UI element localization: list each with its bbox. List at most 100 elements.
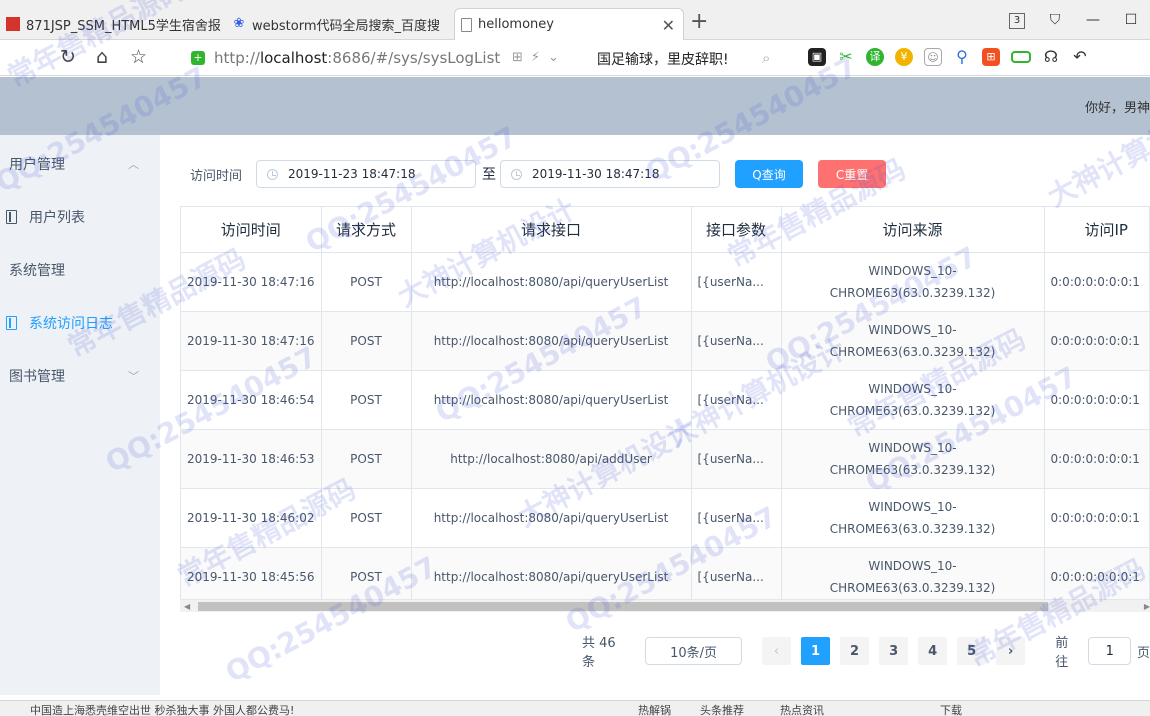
new-tab-button[interactable]: + [690,11,708,33]
status-headline[interactable]: 中国造上海悉壳维空出世 秒杀独大事 外国人都公费马! [30,702,294,716]
table-header-row: 访问时间 请求方式 请求接口 接口参数 访问来源 访问IP [181,207,1149,253]
log-table-grid: 访问时间 请求方式 请求接口 接口参数 访问来源 访问IP 2019-11-30… [181,207,1149,607]
news-ticker[interactable]: 国足输球，里皮辞职! [597,49,729,69]
sidebar-item-user-management[interactable]: 用户管理 ︿ [0,137,160,191]
column-header-time[interactable]: 访问时间 [181,207,322,253]
url-path: :8686/#/sys/sysLogList [327,49,501,67]
goto-label: 前往 [1055,636,1069,670]
end-date-input[interactable]: 2019-11-30 18:47:18 [500,160,721,188]
page-1-button[interactable]: 1 [801,637,831,665]
goto-page-input[interactable]: 1 [1088,637,1132,665]
baidu-paw-icon: ❀ [233,16,245,31]
user-greeting[interactable]: 你好，男神 [1085,97,1150,116]
sidebar-item-access-log[interactable]: 系统访问日志 [0,296,160,350]
page-4-button[interactable]: 4 [918,637,948,665]
scrollbar-thumb[interactable] [198,602,1048,611]
cell-source: WINDOWS_10-CHROME63(63.0.3239.132) [781,311,1045,371]
page-3-button[interactable]: 3 [879,637,909,665]
start-date-value: 2019-11-23 18:47:18 [288,167,416,181]
column-header-method[interactable]: 请求方式 [321,207,412,253]
sidebar-item-label: 用户管理 [9,157,65,173]
page-2-button[interactable]: 2 [840,637,870,665]
reload-icon[interactable]: ↻ [60,46,76,68]
table-row[interactable]: 2019-11-30 18:46:02 POST http://localhos… [181,488,1149,548]
game-extension-icon[interactable]: ▣ [808,48,826,66]
cell-api: http://localhost:8080/api/queryUserList [411,547,692,607]
table-row[interactable]: 2019-11-30 18:46:53 POST http://localhos… [181,429,1149,489]
goto-suffix: 页 [1137,645,1150,661]
maximize-button[interactable]: ☐ [1112,12,1150,28]
status-item[interactable]: 热点资讯 [780,702,824,716]
cell-api: http://localhost:8080/api/queryUserList [411,488,692,548]
clock-icon [267,168,279,180]
prev-page-button[interactable]: ‹ [762,637,792,665]
tab-count-badge: 3 [1009,13,1025,29]
reset-button[interactable]: C重置 [818,160,887,188]
column-header-ip[interactable]: 访问IP [1044,207,1149,253]
close-tab-icon[interactable]: ✕ [662,16,675,35]
security-shield-icon: + [191,51,205,65]
address-bar: ‹ ↻ ⌂ ☆ + http://localhost:8686/#/sys/sy… [0,40,1150,76]
cell-method: POST [321,488,412,548]
list-icon [6,316,17,330]
url-tools-icons[interactable]: ⊞⚡⌄ [512,50,567,65]
minimize-button[interactable]: — [1074,12,1112,28]
column-header-source[interactable]: 访问来源 [781,207,1045,253]
extension-icons: ▣ ✂ 译 ¥ ☺ ⚲ ⊞ ☊ ↶ [808,48,1089,66]
browser-tab-3[interactable]: hellomoney ✕ [454,8,684,40]
image-icon[interactable]: ☺ [924,48,942,66]
browser-tab-1[interactable]: 871JSP_SSM_HTML5学生宿舍报 [0,8,222,40]
home-icon[interactable]: ⌂ [96,46,108,68]
windows-icon[interactable]: ⊞ [982,48,1000,66]
coin-icon[interactable]: ¥ [895,48,913,66]
cell-time: 2019-11-30 18:45:56 [181,547,322,607]
filter-bar: 访问时间 2019-11-23 18:47:18 至 2019-11-30 18… [190,160,887,188]
cell-time: 2019-11-30 18:46:02 [181,488,322,548]
cell-source: WINDOWS_10-CHROME63(63.0.3239.132) [781,429,1045,489]
translate-icon[interactable]: 译 [866,48,884,66]
cell-source: WINDOWS_10-CHROME63(63.0.3239.132) [781,547,1045,607]
headphones-icon[interactable]: ☊ [1042,48,1060,66]
scroll-right-icon[interactable]: ▶ [1144,600,1150,613]
horizontal-scrollbar[interactable]: ◀ ▶ [180,599,1150,612]
search-button[interactable]: Q查询 [735,160,804,188]
sidebar-item-label: 系统管理 [9,263,65,279]
column-header-api[interactable]: 请求接口 [411,207,692,253]
browser-tab-2[interactable]: ❀ webstorm代码全局搜索_百度搜 [226,8,450,40]
start-date-input[interactable]: 2019-11-23 18:47:18 [256,160,477,188]
sidebar-item-user-list[interactable]: 用户列表 [0,190,160,244]
table-row[interactable]: 2019-11-30 18:47:16 POST http://localhos… [181,252,1149,312]
search-icon[interactable]: ⌕ [762,49,770,67]
sidebar-item-system-management[interactable]: 系统管理 [0,243,160,297]
column-header-params[interactable]: 接口参数 [691,207,782,253]
pagination: 共 46 条 10条/页 ‹ 1 2 3 4 5 › 前往 1 页 [582,636,1150,670]
undo-icon[interactable]: ↶ [1071,48,1089,66]
table-row[interactable]: 2019-11-30 18:47:16 POST http://localhos… [181,311,1149,371]
status-item[interactable]: 头条推荐 [700,702,744,716]
scissors-icon[interactable]: ✂ [837,48,855,66]
scroll-left-icon[interactable]: ◀ [184,600,190,613]
cell-params: [{userNa... [691,252,782,312]
cell-params: [{userNa... [691,429,782,489]
chevron-down-icon: ﹀ [128,370,139,383]
next-page-button[interactable]: › [996,637,1026,665]
cell-ip: 0:0:0:0:0:0:0:1 [1044,311,1149,371]
cell-source: WINDOWS_10-CHROME63(63.0.3239.132) [781,488,1045,548]
back-icon[interactable]: ‹ [0,46,2,68]
page-5-button[interactable]: 5 [957,637,987,665]
sidebar-item-label: 系统访问日志 [29,316,113,332]
table-row[interactable]: 2019-11-30 18:45:56 POST http://localhos… [181,547,1149,607]
page-size-select[interactable]: 10条/页 [645,637,742,665]
cell-api: http://localhost:8080/api/queryUserList [411,370,692,430]
status-item[interactable]: 下载 [940,702,962,716]
cell-ip: 0:0:0:0:0:0:0:1 [1044,370,1149,430]
tab-title: 871JSP_SSM_HTML5学生宿舍报 [26,18,221,34]
status-item[interactable]: 热解锅 [638,702,671,716]
sidebar-item-book-management[interactable]: 图书管理 ﹀ [0,349,160,403]
shirt-icon[interactable]: ⛉ [1036,12,1074,28]
tab-count-button[interactable]: 3 [998,11,1036,29]
table-row[interactable]: 2019-11-30 18:46:54 POST http://localhos… [181,370,1149,430]
magnifier-icon[interactable]: ⚲ [953,48,971,66]
bookmark-star-icon[interactable]: ☆ [130,46,147,68]
battery-icon[interactable] [1011,51,1031,63]
